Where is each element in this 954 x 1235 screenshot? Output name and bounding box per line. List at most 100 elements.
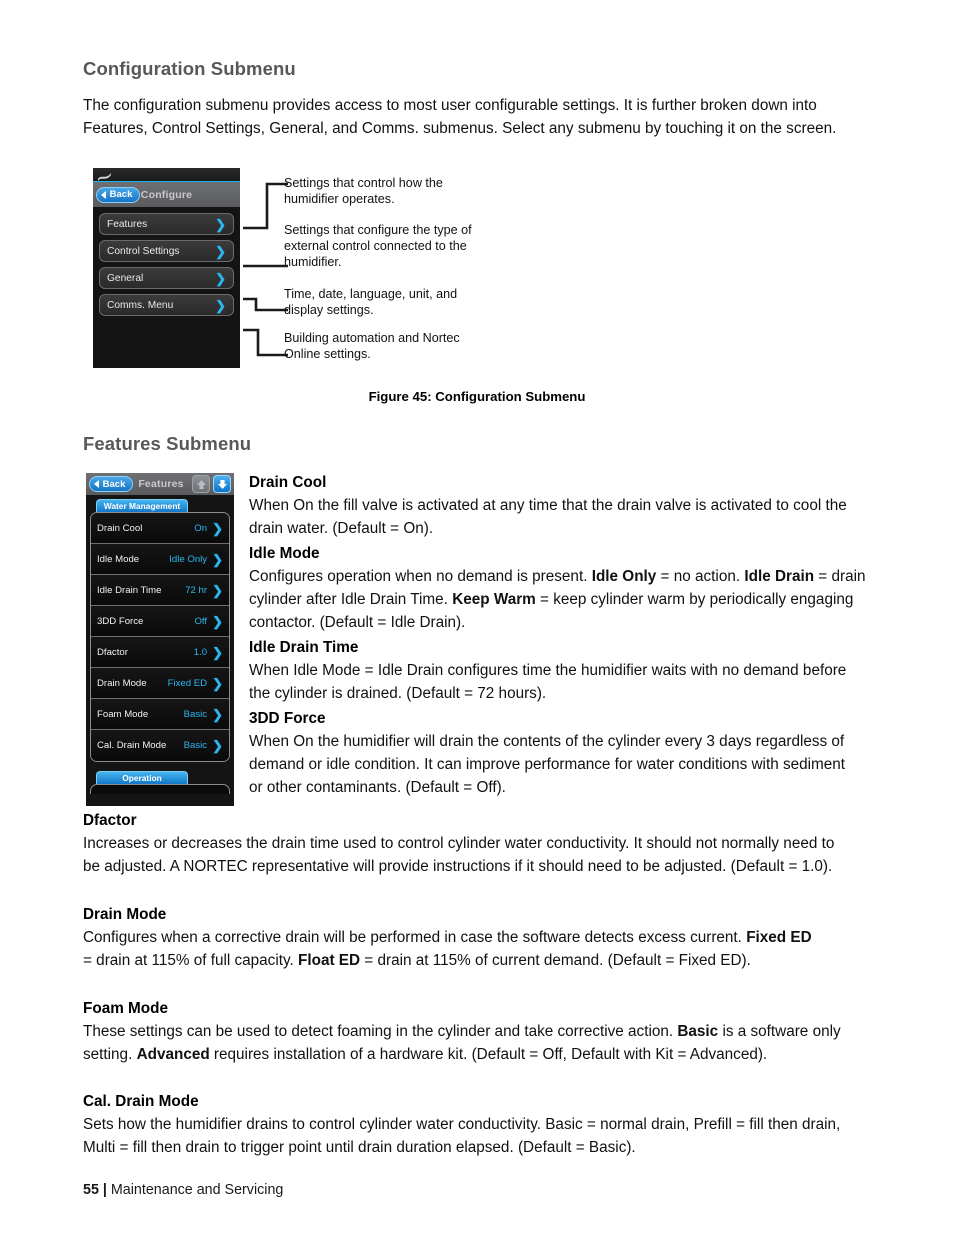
- chevron-right-icon: ❯: [215, 243, 226, 259]
- callout-general-description: Time, date, language, unit, and display …: [284, 287, 458, 318]
- features-row-3dd-force[interactable]: 3DD Force Off ❯: [91, 606, 229, 637]
- page-title-configuration-submenu: Configuration Submenu: [83, 58, 296, 79]
- callout-features-description: Settings that control how the humidifier…: [284, 176, 443, 207]
- features-row-label: Drain Cool: [97, 522, 143, 534]
- heading-foam-mode: Foam Mode: [83, 1000, 168, 1017]
- features-row-value: 72 hr: [185, 584, 208, 596]
- chevron-right-icon: ❯: [212, 706, 223, 722]
- paragraph-drain-cool: When On the fill valve is activated at a…: [249, 497, 847, 538]
- features-row-idle-mode[interactable]: Idle Mode Idle Only ❯: [91, 544, 229, 575]
- footer-page-number: 55: [83, 1182, 99, 1198]
- features-row-value: Basic: [183, 708, 208, 720]
- configure-item-comms-menu[interactable]: Comms. Menu ❯: [99, 294, 234, 316]
- features-screen: Back Features Water Management Drain Coo…: [86, 473, 234, 806]
- features-row-label: Idle Drain Time: [97, 584, 162, 596]
- idle-mode-bold-1: Idle Only: [591, 568, 657, 585]
- footer-separator: |: [102, 1182, 107, 1198]
- back-button[interactable]: Back: [89, 476, 133, 492]
- configure-item-control-settings[interactable]: Control Settings ❯: [99, 240, 234, 262]
- chevron-right-icon: ❯: [212, 582, 223, 598]
- arrow-down-icon[interactable]: [213, 475, 231, 493]
- paragraph-foam-mode: These settings can be used to detect foa…: [83, 1020, 848, 1066]
- features-section-label: Operation: [122, 773, 162, 783]
- device-status-bar: [93, 168, 240, 182]
- configure-item-features[interactable]: Features ❯: [99, 213, 234, 235]
- chevron-right-icon: ❯: [212, 613, 223, 629]
- drain-mode-text-1: Configures when a corrective drain will …: [83, 929, 747, 946]
- paragraph-drain-mode: Configures when a corrective drain will …: [83, 926, 813, 972]
- idle-mode-text-2: = no action.: [656, 568, 745, 585]
- heading-idle-mode: Idle Mode: [249, 545, 320, 562]
- chevron-right-icon: ❯: [212, 644, 223, 660]
- configure-screen-header: Back Configure: [93, 182, 240, 207]
- features-row-drain-mode[interactable]: Drain Mode Fixed ED ❯: [91, 668, 229, 699]
- features-row-dfactor[interactable]: Dfactor 1.0 ❯: [91, 637, 229, 668]
- page-footer: 55 | Maintenance and Servicing: [83, 1182, 283, 1198]
- chevron-right-icon: ❯: [212, 738, 223, 753]
- callout-comms-description: Building automation and Nortec Online se…: [284, 331, 460, 362]
- back-button[interactable]: Back: [96, 186, 140, 203]
- features-row-drain-cool[interactable]: Drain Cool On ❯: [91, 513, 229, 544]
- configure-item-general[interactable]: General ❯: [99, 267, 234, 289]
- chevron-right-icon: ❯: [215, 270, 226, 286]
- arrow-up-icon[interactable]: [192, 475, 210, 493]
- features-row-value: On: [194, 522, 208, 534]
- features-tab-label: Water Management: [103, 501, 181, 511]
- idle-mode-bold-3: Keep Warm: [452, 591, 536, 609]
- features-tab-water-management[interactable]: Water Management: [96, 499, 188, 512]
- page-title-features-submenu: Features Submenu: [83, 433, 252, 454]
- figure-caption: Figure 45: Configuration Submenu: [368, 389, 586, 404]
- features-row-value: Fixed ED: [167, 677, 208, 689]
- heading-drain-mode: Drain Mode: [83, 906, 167, 923]
- features-row-label: Foam Mode: [97, 708, 149, 720]
- paragraph-3dd-force: When On the humidifier will drain the co…: [249, 733, 846, 797]
- heading-idle-drain-time: Idle Drain Time: [249, 639, 359, 656]
- chevron-right-icon: ❯: [212, 675, 223, 691]
- heading-cal-drain-mode: Cal. Drain Mode: [83, 1093, 199, 1110]
- features-operation-list-stub: [90, 784, 230, 794]
- drain-mode-text-2: = drain at 115% of full capacity.: [83, 952, 298, 970]
- drain-mode-bold-1: Fixed ED: [746, 929, 812, 946]
- idle-mode-bold-2: Idle Drain: [744, 568, 815, 585]
- configure-item-label: General: [107, 272, 144, 284]
- configure-screen: Back Configure Features ❯ Control Settin…: [93, 168, 240, 368]
- features-row-cal-drain-mode[interactable]: Cal. Drain Mode Basic ❯: [91, 730, 229, 761]
- callout-control-settings-description: Settings that configure the type of exte…: [284, 223, 472, 270]
- paragraph-idle-drain-time: When Idle Mode = Idle Drain configures t…: [249, 662, 847, 703]
- features-row-label: Dfactor: [97, 646, 128, 658]
- document-page: Configuration Submenu The configuration …: [0, 0, 954, 1235]
- features-row-value: 1.0: [193, 646, 208, 658]
- features-row-foam-mode[interactable]: Foam Mode Basic ❯: [91, 699, 229, 730]
- features-row-value: Idle Only: [169, 553, 208, 565]
- configuration-intro-paragraph: The configuration submenu provides acces…: [83, 97, 837, 138]
- foam-mode-bold-2: Advanced: [136, 1046, 210, 1064]
- idle-mode-text-1: Configures operation when no demand is p…: [249, 568, 592, 585]
- paragraph-cal-drain-mode: Sets how the humidifier drains to contro…: [83, 1116, 841, 1157]
- flag-logo-icon: [97, 169, 113, 181]
- chevron-right-icon: ❯: [212, 520, 223, 536]
- configure-item-label: Comms. Menu: [107, 299, 174, 311]
- features-row-value: Off: [194, 615, 208, 627]
- configure-screen-title: Configure: [140, 188, 193, 201]
- drain-mode-bold-2: Float ED: [298, 952, 361, 970]
- foam-mode-bold-1: Basic: [677, 1023, 719, 1040]
- footer-section-name: Maintenance and Servicing: [110, 1182, 284, 1198]
- features-screen-header: Back Features: [86, 473, 234, 495]
- configure-button-list: Features ❯ Control Settings ❯ General ❯ …: [93, 207, 240, 316]
- features-row-label: Idle Mode: [97, 553, 140, 565]
- chevron-right-icon: ❯: [215, 216, 226, 232]
- foam-mode-text-1: These settings can be used to detect foa…: [83, 1023, 678, 1040]
- heading-drain-cool: Drain Cool: [249, 474, 327, 491]
- features-screen-title: Features: [138, 478, 184, 490]
- drain-mode-text-3: = drain at 115% of current demand. (Defa…: [360, 952, 751, 970]
- features-tab-operation[interactable]: Operation: [96, 771, 188, 784]
- heading-3dd-force: 3DD Force: [249, 710, 326, 727]
- features-row-idle-drain-time[interactable]: Idle Drain Time 72 hr ❯: [91, 575, 229, 606]
- features-row-label: Drain Mode: [97, 677, 147, 689]
- paragraph-dfactor: Increases or decreases the drain time us…: [83, 835, 835, 876]
- features-row-label: Cal. Drain Mode: [97, 740, 167, 751]
- heading-dfactor: Dfactor: [83, 812, 137, 829]
- chevron-right-icon: ❯: [212, 551, 223, 567]
- features-row-value: Basic: [183, 740, 208, 751]
- configure-item-label: Features: [107, 218, 148, 230]
